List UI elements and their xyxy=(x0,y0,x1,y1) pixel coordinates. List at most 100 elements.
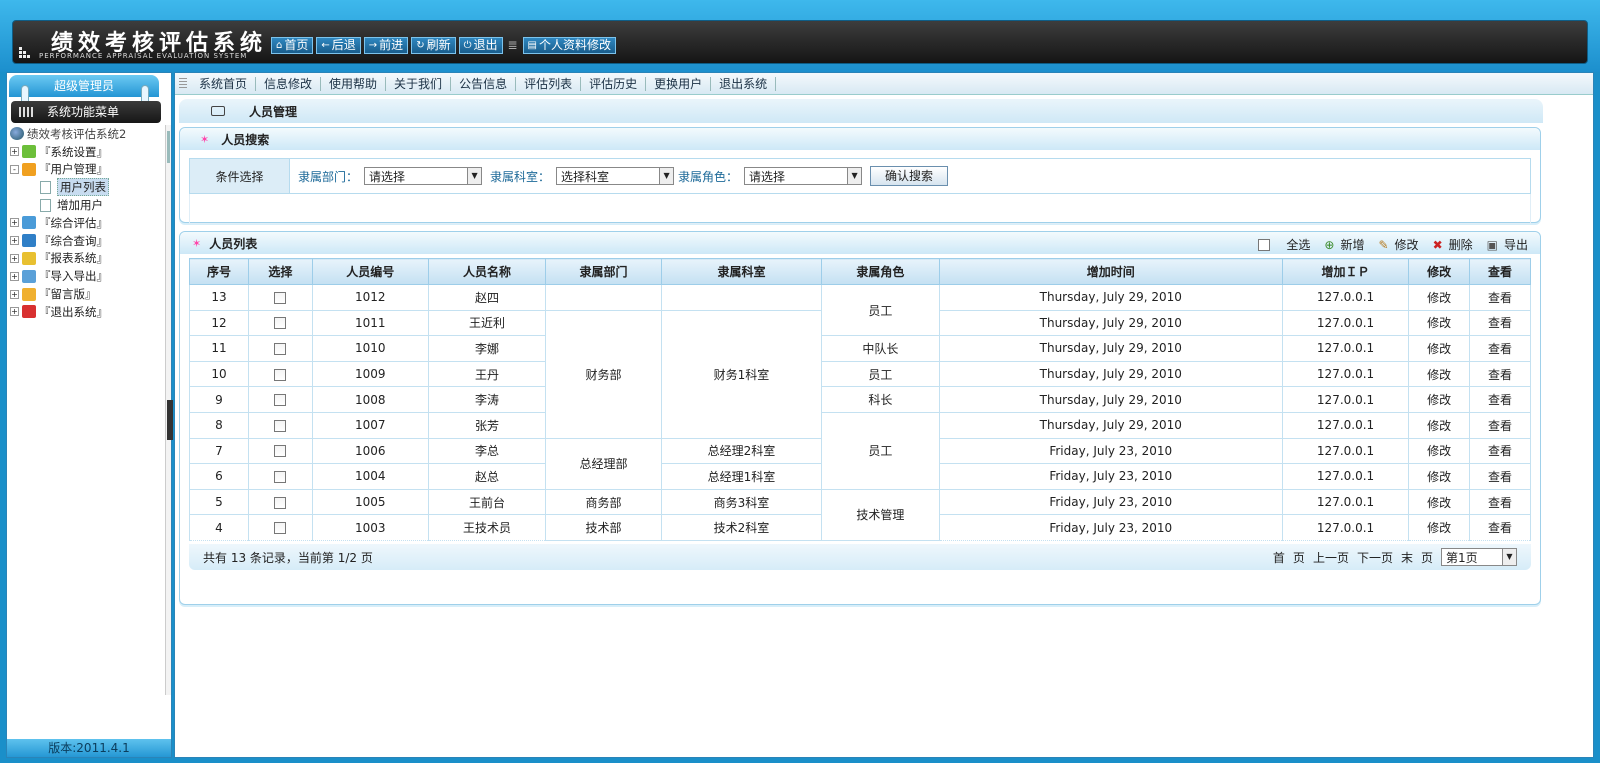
expand-icon[interactable]: + xyxy=(10,253,19,263)
row-view-link[interactable]: 查看 xyxy=(1469,360,1531,388)
next-page-link[interactable]: 下一页 xyxy=(1357,549,1393,566)
sidebar-item[interactable]: + 『报表系统』 xyxy=(10,250,162,268)
expand-icon[interactable]: + xyxy=(10,271,19,281)
header-bar: 绩效考核评估系统 PERFORMANCE APPRAISAL EVALUATIO… xyxy=(12,20,1588,64)
import-export-icon xyxy=(22,269,36,283)
row-edit-link[interactable]: 修改 xyxy=(1408,411,1471,439)
tree-root[interactable]: 绩效考核评估系统2 xyxy=(10,125,162,143)
row-checkbox[interactable] xyxy=(274,291,287,304)
delete-button[interactable]: ✖ 删除 xyxy=(1433,236,1473,253)
nav-forward-arrow-button[interactable]: → 前进 xyxy=(363,37,409,54)
expand-icon[interactable]: + xyxy=(10,218,19,228)
added-ip: 127.0.0.1 xyxy=(1281,309,1410,337)
app-subtitle: PERFORMANCE APPRAISAL EVALUATION SYSTEM xyxy=(39,52,248,60)
expand-icon[interactable]: + xyxy=(10,289,19,299)
office-select[interactable]: 选择科室 ▼ xyxy=(556,167,675,185)
row-view-link[interactable]: 查看 xyxy=(1469,437,1531,465)
row-view-link[interactable]: 查看 xyxy=(1469,488,1531,516)
row-checkbox[interactable] xyxy=(274,419,287,432)
row-edit-link[interactable]: 修改 xyxy=(1408,335,1471,362)
office-cell: 财务1科室 xyxy=(660,309,823,439)
row-checkbox[interactable] xyxy=(274,470,287,483)
row-number: 8 xyxy=(189,411,249,439)
row-view-link[interactable]: 查看 xyxy=(1469,335,1531,362)
menu-item[interactable]: 评估历史 xyxy=(581,76,647,91)
first-page-link[interactable]: 首 xyxy=(1273,549,1285,566)
menu-item[interactable]: 评估列表 xyxy=(516,76,582,91)
header-nav: ⌂ 首页 ← 后退 → 前进 ↻ 刷新 ⏻ 退出 ≣ ▤ 个人资料修改 xyxy=(271,37,616,54)
added-ip: 127.0.0.1 xyxy=(1281,463,1410,490)
record-summary: 共有 13 条记录，当前第 1/2 页 xyxy=(203,550,373,565)
row-edit-link[interactable]: 修改 xyxy=(1408,309,1471,337)
row-view-link[interactable]: 查看 xyxy=(1469,309,1531,337)
sidebar-item[interactable]: 增加用户 xyxy=(10,196,162,214)
row-number: 7 xyxy=(189,437,249,465)
confirm-search-button[interactable]: 确认搜索 xyxy=(870,166,949,186)
row-view-link[interactable]: 查看 xyxy=(1469,411,1531,439)
row-view-link[interactable]: 查看 xyxy=(1469,514,1531,541)
row-view-link[interactable]: 查看 xyxy=(1469,463,1531,490)
role-cell: 员工 xyxy=(821,283,940,337)
row-checkbox[interactable] xyxy=(274,522,287,535)
last-page-link[interactable]: 末 xyxy=(1401,549,1413,566)
sidebar-item[interactable]: + 『留言版』 xyxy=(10,285,162,303)
dept-select[interactable]: 请选择 ▼ xyxy=(364,167,483,185)
sidebar-item[interactable]: 用户列表 xyxy=(10,178,162,197)
prev-page-link[interactable]: 上一页 xyxy=(1313,549,1349,566)
expand-icon[interactable]: + xyxy=(10,307,19,317)
table-row: 8 1007 张芳 员工 Thursday, July 29, 2010 127.0.0.… xyxy=(189,411,1531,490)
sidebar: 超级管理员 系统功能菜单 绩效考核评估系统2 + 『系统设置』 - 『用户管理』 用户列… xyxy=(6,72,172,758)
select-all-button[interactable]: 全选 xyxy=(1258,236,1310,253)
sidebar-item[interactable]: + 『导入导出』 xyxy=(10,267,162,285)
edit-button[interactable]: ✎ 修改 xyxy=(1378,236,1418,253)
expand-icon[interactable]: + xyxy=(10,147,19,157)
staff-id: 1009 xyxy=(311,360,429,388)
sidebar-item[interactable]: + 『综合查询』 xyxy=(10,232,162,250)
collapse-icon[interactable]: - xyxy=(10,164,19,174)
row-checkbox[interactable] xyxy=(274,445,287,458)
checkbox-icon xyxy=(1258,238,1271,251)
row-edit-link[interactable]: 修改 xyxy=(1408,386,1471,413)
row-edit-link[interactable]: 修改 xyxy=(1408,463,1471,490)
menu-item[interactable]: 关于我们 xyxy=(386,76,452,91)
page-select[interactable]: 第1页 ▼ xyxy=(1441,548,1517,566)
menu-item[interactable]: 更换用户 xyxy=(646,76,712,91)
menu-item[interactable]: 信息修改 xyxy=(256,76,322,91)
sidebar-item[interactable]: - 『用户管理』 xyxy=(10,161,162,179)
row-checkbox[interactable] xyxy=(274,394,287,407)
row-edit-link[interactable]: 修改 xyxy=(1408,284,1471,311)
profile-edit-button[interactable]: ▤ 个人资料修改 xyxy=(522,37,616,54)
add-button[interactable]: ⊕ 新增 xyxy=(1324,236,1364,253)
row-edit-link[interactable]: 修改 xyxy=(1408,488,1471,516)
row-checkbox[interactable] xyxy=(274,496,287,509)
added-ip: 127.0.0.1 xyxy=(1281,386,1410,413)
nav-back-arrow-button[interactable]: ← 后退 xyxy=(316,37,361,54)
row-edit-link[interactable]: 修改 xyxy=(1408,514,1471,541)
menu-item[interactable]: 退出系统 xyxy=(711,76,777,91)
row-edit-link[interactable]: 修改 xyxy=(1408,360,1471,388)
sidebar-collapse-handle[interactable] xyxy=(167,400,173,440)
expand-icon[interactable]: + xyxy=(10,236,19,246)
dept-cell: 总经理部 xyxy=(545,437,662,490)
menu-item[interactable]: 公告信息 xyxy=(451,76,517,91)
sidebar-item[interactable]: + 『综合评估』 xyxy=(10,214,162,232)
sidebar-item[interactable]: + 『退出系统』 xyxy=(10,303,162,321)
export-button[interactable]: ▣ 导出 xyxy=(1487,236,1528,253)
row-view-link[interactable]: 查看 xyxy=(1469,284,1531,311)
row-edit-link[interactable]: 修改 xyxy=(1408,437,1471,465)
row-view-link[interactable]: 查看 xyxy=(1469,386,1531,413)
row-checkbox[interactable] xyxy=(274,317,287,330)
menu-item[interactable]: 使用帮助 xyxy=(321,76,387,91)
nav-home-button[interactable]: ⌂ 首页 xyxy=(271,37,314,54)
row-checkbox[interactable] xyxy=(274,342,287,355)
star-icon: ✶ xyxy=(200,132,210,146)
staff-name: 赵四 xyxy=(427,284,547,311)
sidebar-item[interactable]: + 『系统设置』 xyxy=(10,143,162,161)
grip-icon xyxy=(179,77,187,90)
export-label: 导出 xyxy=(1503,238,1528,252)
row-checkbox[interactable] xyxy=(274,368,287,381)
menu-item[interactable]: 系统首页 xyxy=(191,76,257,91)
nav-power-button[interactable]: ⏻ 退出 xyxy=(458,37,503,54)
nav-refresh-button[interactable]: ↻ 刷新 xyxy=(411,37,456,54)
role-select[interactable]: 请选择 ▼ xyxy=(744,167,863,185)
